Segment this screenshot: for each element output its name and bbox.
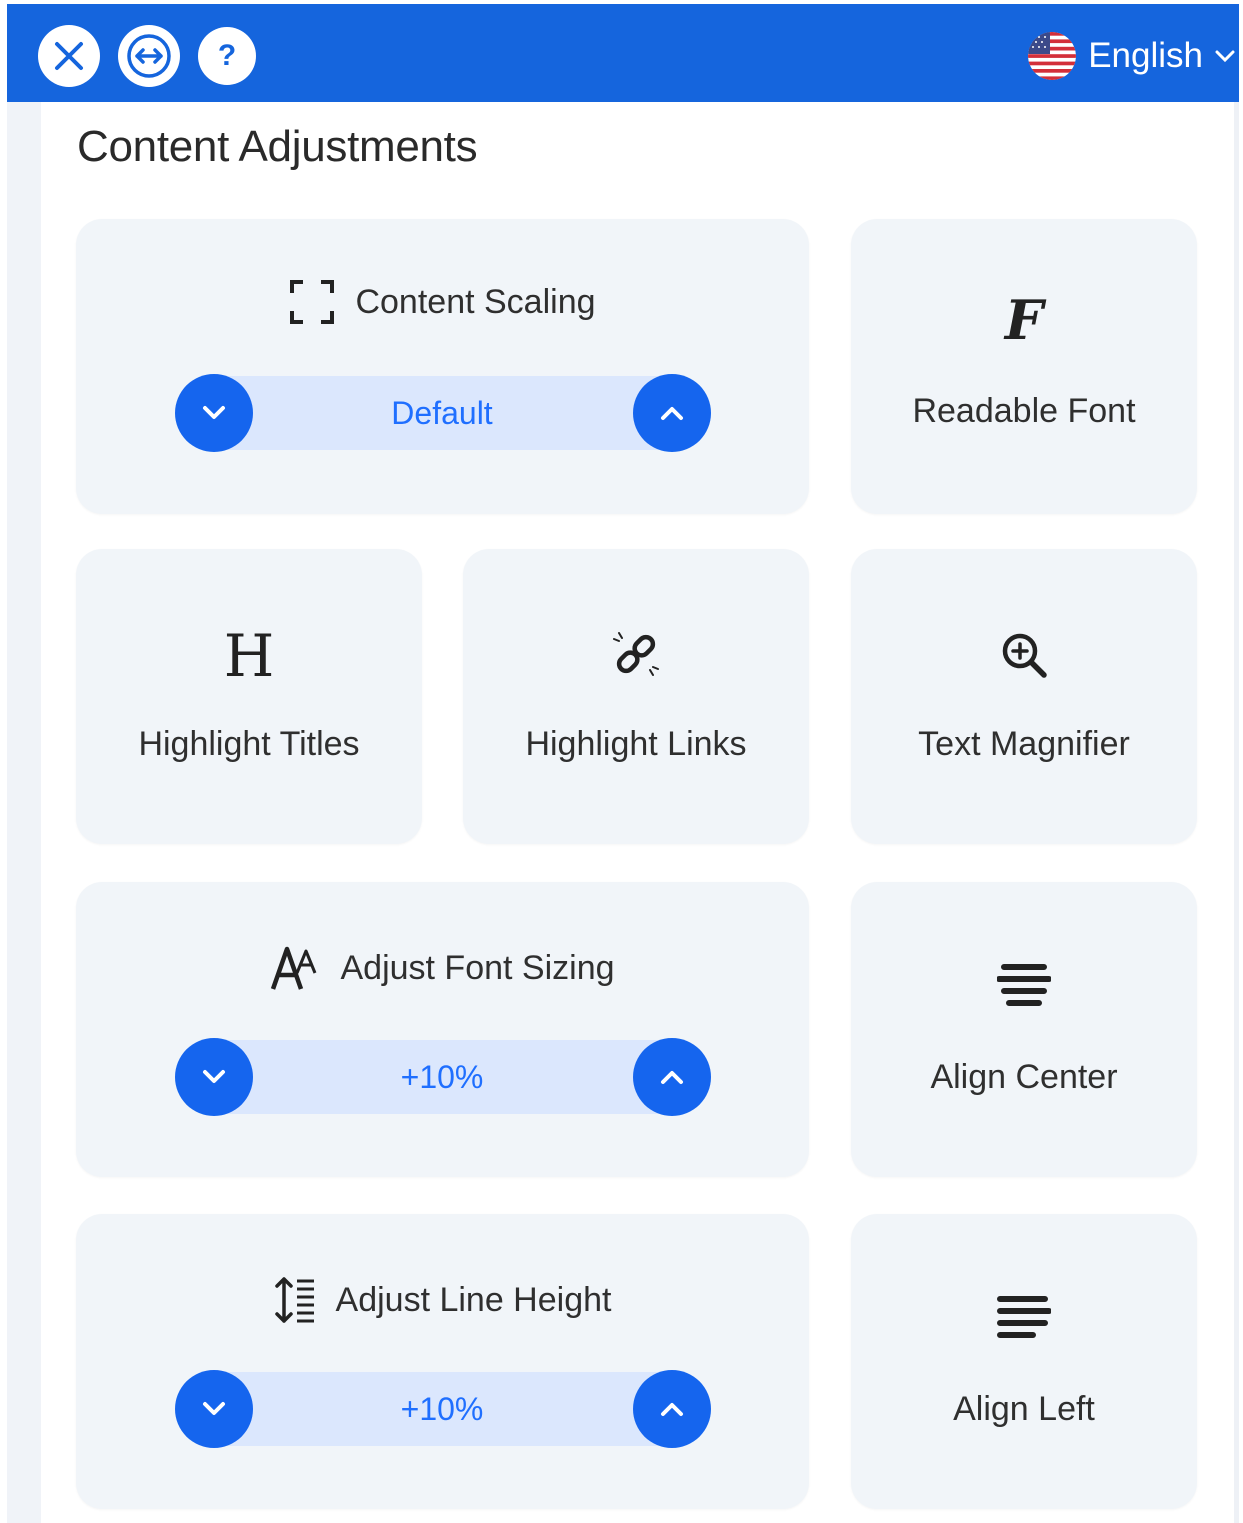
font-sizing-card: Adjust Font Sizing +10% [76, 882, 809, 1177]
font-sizing-value: +10% [400, 1059, 484, 1095]
content-scaling-decrease-button[interactable] [175, 374, 253, 452]
align-left-label: Align Left [953, 1390, 1095, 1428]
content-scaling-value: Default [391, 395, 493, 431]
line-height-increase-button[interactable] [633, 1370, 711, 1448]
chevron-up-icon [661, 1403, 683, 1416]
chevron-down-icon [203, 1402, 225, 1415]
font-sizing-header: Adjust Font Sizing [76, 940, 809, 996]
line-height-header: Adjust Line Height [76, 1272, 809, 1328]
panel-right-edge [1234, 102, 1239, 1523]
top-bar: ? English [7, 4, 1239, 102]
language-label: English [1088, 36, 1203, 75]
content-scaling-increase-button[interactable] [633, 374, 711, 452]
horizontal-resize-icon [127, 34, 171, 78]
panel-left-edge [7, 102, 41, 1523]
stepper-track: +10% [212, 1040, 672, 1114]
chevron-down-icon [203, 406, 225, 419]
line-height-card: Adjust Line Height +10% [76, 1214, 809, 1509]
stepper-track: Default [212, 376, 672, 450]
language-selector[interactable]: English [1028, 28, 1235, 84]
font-sizing-decrease-button[interactable] [175, 1038, 253, 1116]
font-sizing-increase-button[interactable] [633, 1038, 711, 1116]
content-scaling-icon [290, 280, 335, 324]
content-scaling-label: Content Scaling [355, 282, 596, 321]
text-magnifier-tile[interactable]: Text Magnifier [851, 549, 1197, 844]
stepper-track: +10% [212, 1372, 672, 1446]
line-height-icon [274, 1277, 314, 1323]
chevron-down-icon [203, 1070, 225, 1083]
readable-font-glyph: F [1004, 288, 1044, 352]
magnifier-icon [851, 631, 1197, 679]
highlight-titles-tile[interactable]: H Highlight Titles [76, 549, 422, 844]
align-center-tile[interactable]: Align Center [851, 882, 1197, 1177]
line-height-stepper: +10% [0, 1370, 809, 1448]
align-center-label: Align Center [930, 1058, 1118, 1096]
chevron-up-icon [661, 407, 683, 420]
readable-font-icon: F [851, 293, 1197, 347]
us-flag-icon [1028, 32, 1077, 80]
highlight-titles-label: Highlight Titles [138, 725, 360, 763]
close-icon [55, 42, 83, 70]
content-scaling-stepper: Default [0, 374, 809, 452]
font-size-icon [271, 946, 317, 990]
readable-font-label: Readable Font [912, 392, 1136, 430]
content-scaling-header: Content Scaling [76, 277, 809, 327]
line-height-label: Adjust Line Height [335, 1280, 612, 1319]
readable-font-tile[interactable]: F Readable Font [851, 219, 1197, 514]
close-button[interactable] [38, 25, 100, 87]
heading-glyph: H [223, 622, 275, 690]
help-icon: ? [217, 39, 237, 72]
link-icon [463, 629, 809, 679]
font-sizing-label: Adjust Font Sizing [340, 948, 615, 987]
align-center-icon [851, 962, 1197, 1012]
content-scaling-card: Content Scaling Default [76, 219, 809, 514]
align-left-icon [851, 1294, 1197, 1344]
line-height-decrease-button[interactable] [175, 1370, 253, 1448]
text-magnifier-label: Text Magnifier [918, 725, 1130, 763]
section-title: Content Adjustments [77, 122, 478, 171]
highlight-links-tile[interactable]: Highlight Links [463, 549, 809, 844]
line-height-value: +10% [400, 1391, 484, 1427]
resize-button[interactable] [118, 25, 180, 87]
chevron-down-icon [1215, 50, 1235, 63]
align-left-tile[interactable]: Align Left [851, 1214, 1197, 1509]
chevron-up-icon [661, 1071, 683, 1084]
heading-icon: H [76, 627, 422, 685]
highlight-links-label: Highlight Links [525, 725, 747, 763]
help-button[interactable]: ? [198, 27, 256, 85]
font-sizing-stepper: +10% [0, 1038, 809, 1116]
